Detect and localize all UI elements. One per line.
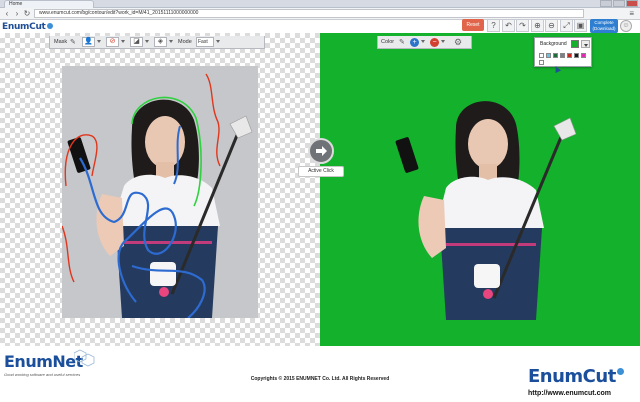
swatch-3[interactable] bbox=[553, 53, 558, 58]
menu-icon[interactable]: ≡ bbox=[629, 9, 634, 18]
background-mark-button[interactable]: ⊘ bbox=[106, 37, 119, 47]
question-icon[interactable]: ? bbox=[487, 19, 500, 32]
swatch-6[interactable] bbox=[574, 53, 579, 58]
cutout-illustration bbox=[395, 101, 577, 320]
result-cutout-photo bbox=[394, 88, 578, 320]
mode-select[interactable]: Fast bbox=[196, 37, 214, 47]
chevron-down-icon[interactable] bbox=[421, 40, 425, 43]
gear-icon[interactable]: ⚙ bbox=[454, 37, 462, 48]
logo-mic-icon bbox=[46, 23, 53, 29]
back-arrow-icon[interactable]: ‹ bbox=[3, 9, 11, 18]
zoom-in-icon[interactable]: ⊕ bbox=[531, 19, 544, 32]
person-add-icon: 👤 bbox=[84, 38, 93, 45]
reload-icon[interactable]: ↻ bbox=[23, 9, 31, 18]
redo-icon[interactable]: ↷ bbox=[516, 19, 529, 32]
swatch-7[interactable] bbox=[581, 53, 586, 58]
add-color-icon[interactable]: + bbox=[410, 38, 419, 47]
fullscreen-icon[interactable]: ▣ bbox=[574, 19, 587, 32]
remove-color-icon[interactable]: − bbox=[430, 38, 439, 47]
minimize-icon[interactable] bbox=[600, 0, 612, 7]
browser-tab-bar: Home bbox=[0, 0, 640, 8]
browser-tab-title: Home bbox=[9, 1, 23, 7]
window-controls bbox=[600, 0, 638, 8]
active-click-label: Active Click bbox=[298, 166, 344, 177]
color-toolbar: Color ✎ + − ⚙ bbox=[377, 36, 472, 49]
user-icon[interactable]: ☺ bbox=[620, 20, 632, 32]
app-header bbox=[0, 20, 640, 33]
fit-screen-icon[interactable]: ⤢ bbox=[560, 19, 573, 32]
download-sublabel: (Download) bbox=[592, 26, 616, 31]
cubes-icon bbox=[73, 348, 96, 368]
mask-toolbar: Mask ✎ 👤 ⊘ ◪ ◈ Mode Fast bbox=[49, 36, 265, 49]
swatch-2[interactable] bbox=[546, 53, 551, 58]
swatch-4[interactable] bbox=[560, 53, 565, 58]
brush-icon[interactable]: ✎ bbox=[70, 38, 76, 46]
chevron-down-icon[interactable] bbox=[216, 40, 220, 43]
browser-nav-bar: ‹ › ↻ www.enumcut.com/bg/contour/edit?wo… bbox=[0, 8, 640, 20]
background-dropdown[interactable] bbox=[581, 40, 590, 48]
mode-label: Mode bbox=[178, 39, 192, 45]
close-icon[interactable] bbox=[626, 0, 638, 7]
maximize-icon[interactable] bbox=[613, 0, 625, 7]
color-label: Color bbox=[381, 39, 395, 45]
zoom-out-icon[interactable]: ⊖ bbox=[545, 19, 558, 32]
forward-arrow-icon[interactable]: › bbox=[13, 9, 21, 18]
logo-mic-icon bbox=[616, 368, 624, 375]
chevron-down-icon[interactable] bbox=[97, 40, 101, 43]
brush-icon[interactable]: ✎ bbox=[399, 38, 405, 46]
browser-tab[interactable]: Home bbox=[4, 0, 94, 8]
enumnet-logo[interactable]: EnumNet bbox=[4, 352, 83, 371]
enumcut-footer-logo[interactable]: EnumCut bbox=[528, 366, 624, 387]
footer-logo-text: EnumCut bbox=[528, 366, 616, 387]
undo-icon[interactable]: ↶ bbox=[502, 19, 515, 32]
footer-url[interactable]: http://www.enumcut.com bbox=[528, 390, 611, 397]
background-popup: Background bbox=[534, 37, 592, 67]
active-click-button[interactable] bbox=[308, 138, 334, 164]
chevron-down-icon bbox=[584, 44, 588, 47]
person-remove-icon: ⊘ bbox=[109, 38, 116, 45]
background-label: Background bbox=[540, 41, 567, 47]
copyright-text: Copyrights © 2015 ENUMNET Co. Ltd. All R… bbox=[250, 376, 390, 382]
chevron-down-icon[interactable] bbox=[441, 40, 445, 43]
eraser-button[interactable]: ◪ bbox=[130, 37, 143, 47]
eraser-icon: ◪ bbox=[133, 38, 140, 45]
address-bar[interactable]: www.enumcut.com/bg/contour/edit?work_id=… bbox=[34, 9, 584, 18]
swatch-5[interactable] bbox=[567, 53, 572, 58]
chevron-down-icon[interactable] bbox=[169, 40, 173, 43]
complete-download-button[interactable]: Complete (Download) bbox=[590, 19, 618, 33]
footer-tagline: Good working software and useful service… bbox=[4, 372, 81, 377]
fill-button[interactable]: ◈ bbox=[154, 37, 167, 47]
logo-text: EnumCut bbox=[2, 22, 46, 32]
paint-bucket-icon: ◈ bbox=[157, 38, 164, 45]
swatch-1[interactable] bbox=[539, 53, 544, 58]
chevron-down-icon[interactable] bbox=[145, 40, 149, 43]
foreground-mark-button[interactable]: 👤 bbox=[82, 37, 95, 47]
mask-label: Mask bbox=[54, 39, 68, 45]
arrow-right-icon bbox=[316, 146, 327, 156]
reset-button[interactable]: Reset bbox=[462, 19, 484, 31]
original-photo[interactable] bbox=[61, 66, 258, 319]
enumcut-logo[interactable]: EnumCut bbox=[2, 22, 53, 32]
background-current-swatch[interactable] bbox=[571, 40, 579, 48]
chevron-down-icon[interactable] bbox=[121, 40, 125, 43]
photo-illustration bbox=[61, 73, 253, 319]
swatch-8[interactable] bbox=[539, 60, 544, 65]
